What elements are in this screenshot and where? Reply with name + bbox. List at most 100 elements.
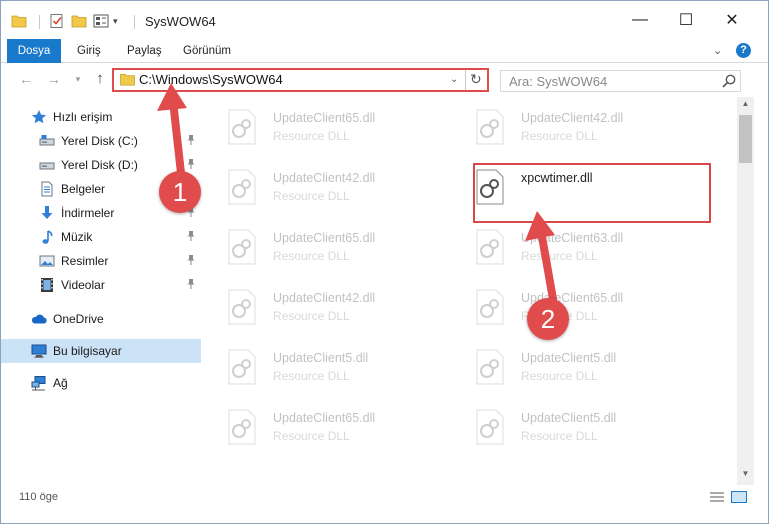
- file-item[interactable]: UpdateClient5.dll Resource DLL: [453, 339, 683, 395]
- file-name: UpdateClient5.dll: [273, 351, 369, 365]
- cloud-icon: [31, 314, 47, 324]
- view-options-icon[interactable]: [93, 13, 109, 29]
- dll-file-icon: [476, 289, 504, 325]
- sidebar-item-onedrive[interactable]: OneDrive: [1, 307, 201, 331]
- file-type: Resource DLL: [273, 309, 350, 323]
- sidebar-item-label: Resimler: [61, 254, 109, 268]
- sidebar-item-label: Yerel Disk (D:): [61, 158, 138, 172]
- step2-arrow-icon: [525, 211, 557, 303]
- file-name: UpdateClient65.dll: [273, 411, 376, 425]
- forward-arrow-icon[interactable]: →: [45, 70, 63, 88]
- maximize-button[interactable]: ☐: [663, 1, 709, 39]
- file-name: UpdateClient5.dll: [521, 351, 617, 365]
- file-item[interactable]: UpdateClient42.dll Resource DLL: [205, 159, 435, 215]
- status-bar: 110 öge: [1, 485, 768, 523]
- sidebar-item-pictures[interactable]: Resimler: [1, 249, 201, 273]
- documents-icon: [41, 181, 53, 197]
- scroll-up-arrow-icon[interactable]: ▲: [737, 99, 754, 113]
- pin-icon[interactable]: [185, 278, 197, 290]
- dll-file-icon: [476, 109, 504, 145]
- sidebar-item-label: Müzik: [61, 230, 93, 244]
- up-arrow-icon[interactable]: ↑: [91, 70, 109, 88]
- file-type: Resource DLL: [273, 189, 350, 203]
- file-name: UpdateClient42.dll: [273, 171, 376, 185]
- file-item[interactable]: UpdateClient65.dll Resource DLL: [205, 399, 435, 455]
- large-icons-view-icon[interactable]: [731, 491, 747, 503]
- quick-access-separator: [39, 15, 40, 29]
- ribbon-tabs: Dosya Giriş Paylaş Görünüm ⌄ ?: [1, 39, 768, 95]
- star-icon: [31, 110, 47, 124]
- dll-file-icon: [228, 169, 256, 205]
- pin-icon[interactable]: [185, 254, 197, 266]
- tab-share[interactable]: Paylaş: [119, 39, 170, 63]
- details-view-icon[interactable]: [709, 491, 725, 503]
- step2-badge: 2: [527, 298, 569, 340]
- sidebar-item-this-pc[interactable]: Bu bilgisayar: [1, 339, 201, 363]
- tab-view[interactable]: Görünüm: [175, 39, 239, 63]
- recent-locations-chevron-icon[interactable]: ▾: [69, 70, 87, 88]
- navigation-bar: ← → ▾ ↑ C:\Windows\SysWOW64 ⌄ ↻ Ara: Sys…: [1, 63, 768, 97]
- window-title: SysWOW64: [145, 14, 216, 29]
- step1-badge: 1: [159, 171, 201, 213]
- file-type: Resource DLL: [273, 369, 350, 383]
- file-item[interactable]: UpdateClient42.dll Resource DLL: [453, 99, 683, 155]
- sidebar-item-label: İndirmeler: [61, 206, 115, 220]
- file-item[interactable]: UpdateClient65.dll Resource DLL: [205, 99, 435, 155]
- properties-check-icon[interactable]: [49, 13, 65, 29]
- sidebar-item-label: Belgeler: [61, 182, 106, 196]
- dll-file-icon: [228, 229, 256, 265]
- file-item[interactable]: UpdateClient5.dll Resource DLL: [453, 399, 683, 455]
- dll-file-icon: [476, 409, 504, 445]
- scroll-thumb[interactable]: [739, 115, 752, 163]
- computer-icon: [31, 344, 47, 358]
- dll-file-icon: [228, 349, 256, 385]
- sidebar-item-label: Yerel Disk (C:): [61, 134, 138, 148]
- minimize-button[interactable]: —: [617, 1, 663, 39]
- item-count: 110 öge: [19, 491, 58, 503]
- step1-arrow-icon: [157, 83, 187, 177]
- chevron-down-icon[interactable]: ▾: [113, 16, 118, 27]
- address-dropdown-chevron-icon[interactable]: ⌄: [450, 74, 458, 85]
- dll-file-icon: [476, 229, 504, 265]
- pictures-icon: [39, 255, 55, 267]
- file-name: UpdateClient65.dll: [273, 111, 376, 125]
- pin-icon[interactable]: [185, 230, 197, 242]
- refresh-icon[interactable]: ↻: [470, 71, 482, 88]
- folder-icon: [120, 74, 135, 86]
- file-name: UpdateClient65.dll: [273, 231, 376, 245]
- search-input[interactable]: Ara: SysWOW64: [500, 70, 741, 92]
- help-icon[interactable]: ?: [736, 43, 751, 58]
- file-list: UpdateClient65.dll Resource DLL UpdateCl…: [205, 97, 737, 481]
- sidebar-item-network[interactable]: Ağ: [1, 371, 201, 395]
- close-button[interactable]: ✕: [709, 1, 755, 39]
- file-type: Resource DLL: [521, 429, 598, 443]
- file-name: UpdateClient5.dll: [521, 411, 617, 425]
- new-folder-icon[interactable]: [71, 13, 87, 29]
- vertical-scrollbar[interactable]: ▲ ▼: [737, 97, 754, 485]
- sidebar-item-videos[interactable]: Videolar: [1, 273, 201, 297]
- folder-icon[interactable]: [11, 13, 27, 29]
- network-icon: [31, 376, 46, 391]
- sidebar-item-label: Videolar: [61, 278, 105, 292]
- search-icon[interactable]: [721, 73, 737, 89]
- file-item[interactable]: UpdateClient65.dll Resource DLL: [205, 219, 435, 275]
- scroll-down-arrow-icon[interactable]: ▼: [737, 469, 754, 483]
- file-item[interactable]: UpdateClient5.dll Resource DLL: [205, 339, 435, 395]
- explorer-window: ▾ SysWOW64 — ☐ ✕ Dosya Giriş Paylaş Görü…: [0, 0, 769, 524]
- file-item[interactable]: UpdateClient42.dll Resource DLL: [205, 279, 435, 335]
- title-separator: [134, 15, 135, 29]
- tab-home[interactable]: Giriş: [69, 39, 109, 63]
- drive-icon: [39, 135, 55, 146]
- sidebar-item-music[interactable]: Müzik: [1, 225, 201, 249]
- sidebar-item-label: Bu bilgisayar: [53, 344, 122, 358]
- search-placeholder: Ara: SysWOW64: [509, 74, 608, 89]
- title-bar: ▾ SysWOW64 — ☐ ✕: [1, 1, 768, 39]
- expand-ribbon-chevron-icon[interactable]: ⌄: [713, 44, 722, 57]
- file-type: Resource DLL: [521, 129, 598, 143]
- file-type: Resource DLL: [273, 429, 350, 443]
- sidebar-item-label: Ağ: [53, 376, 68, 390]
- file-type: Resource DLL: [273, 249, 350, 263]
- back-arrow-icon[interactable]: ←: [17, 70, 35, 88]
- dll-file-icon: [228, 289, 256, 325]
- videos-icon: [41, 278, 53, 292]
